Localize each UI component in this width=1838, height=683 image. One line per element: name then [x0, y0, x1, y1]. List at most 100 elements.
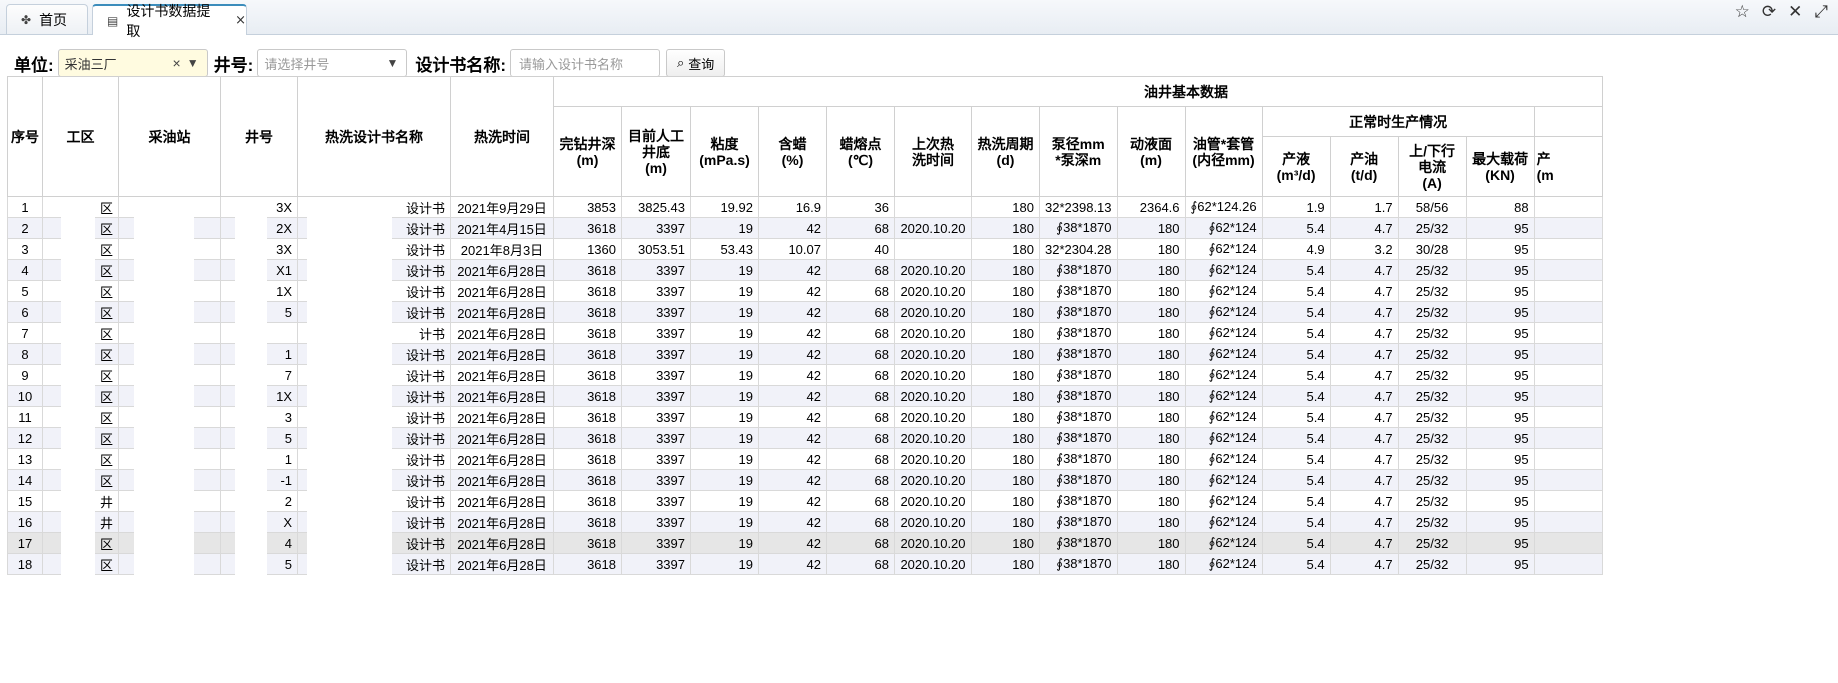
table-cell: 4.7 [1329, 259, 1399, 281]
refresh-icon[interactable]: ⟳ [1762, 2, 1776, 22]
table-cell: 95 [1465, 280, 1535, 302]
table-cell: 68 [826, 301, 895, 323]
close-tab-icon[interactable]: × [235, 13, 246, 28]
table-cell [1533, 511, 1603, 533]
tab-home[interactable]: ✤ 首页 [6, 4, 88, 34]
table-cell: 3618 [553, 448, 622, 470]
clear-icon[interactable]: × [172, 55, 180, 71]
table-cell: 180 [971, 511, 1040, 533]
table-cell: ∮62*124.26 [1184, 196, 1263, 218]
table-cell: 68 [826, 532, 895, 554]
data-grid[interactable]: 序号 工区 采油站 井号 热洗设计书名称 热洗时间 油井基本数据 完钻井深 (m… [7, 76, 1838, 683]
table-cell: 4.7 [1329, 553, 1399, 575]
table-cell: 180 [1116, 469, 1186, 491]
header-liquid: 产液 (m³/d) [1261, 136, 1331, 197]
table-cell: 180 [1116, 301, 1186, 323]
table-cell: 180 [971, 259, 1040, 281]
table-icon: ▤ [107, 13, 119, 28]
table-cell: 180 [971, 238, 1040, 260]
table-cell [1533, 406, 1603, 428]
table-cell: ∮38*1870 [1039, 532, 1118, 554]
header-current: 上/下行 电流 (A) [1397, 136, 1467, 197]
table-cell: 5.4 [1261, 385, 1331, 407]
table-cell: 10 [7, 385, 43, 407]
table-cell: 2020.10.20 [894, 448, 972, 470]
table-cell: 19 [690, 343, 759, 365]
table-cell: 95 [1465, 301, 1535, 323]
table-cell: 180 [971, 427, 1040, 449]
table-cell [1533, 469, 1603, 491]
table-cell: ∮62*124 [1184, 217, 1263, 239]
table-cell: ∮62*124 [1184, 427, 1263, 449]
design-name-input[interactable]: 请输入设计书名称 [510, 49, 661, 77]
header-bottom: 目前人工 井底 (m) [621, 106, 691, 197]
table-cell: 4.9 [1261, 238, 1331, 260]
table-cell: 32*2304.28 [1039, 238, 1118, 260]
chevron-down-icon[interactable]: ▼ [187, 56, 199, 70]
search-icon: ⌕ [677, 55, 685, 70]
table-cell: 4 [7, 259, 43, 281]
header-wax: 含蜡 (%) [758, 106, 827, 197]
table-cell: 2020.10.20 [894, 301, 972, 323]
header-area: 工区 [42, 76, 119, 197]
header-last-wash: 上次热 洗时间 [894, 106, 972, 197]
table-cell: 2020.10.20 [894, 511, 972, 533]
well-select[interactable]: 请选择井号 ▼ [257, 49, 408, 77]
table-cell: 5.4 [1261, 217, 1331, 239]
close-icon[interactable]: ✕ [1788, 2, 1802, 22]
table-cell: 180 [1116, 238, 1186, 260]
table-cell: 5.4 [1261, 301, 1331, 323]
table-cell: 2020.10.20 [894, 322, 972, 344]
table-cell: 3397 [621, 469, 691, 491]
table-cell: 25/32 [1397, 364, 1467, 386]
table-cell: 2020.10.20 [894, 259, 972, 281]
table-cell: 19 [690, 406, 759, 428]
table-cell: 25/32 [1397, 532, 1467, 554]
table-cell: 25/32 [1397, 511, 1467, 533]
table-cell: 3397 [621, 385, 691, 407]
well-label: 井号: [213, 55, 254, 75]
table-cell: ∮62*124 [1184, 490, 1263, 512]
table-cell: 68 [826, 364, 895, 386]
table-cell: 3618 [553, 490, 622, 512]
query-button[interactable]: ⌕ 查询 [666, 49, 726, 77]
header-design: 热洗设计书名称 [297, 76, 451, 197]
table-cell: 3053.51 [621, 238, 691, 260]
table-cell: 180 [971, 406, 1040, 428]
table-cell: ∮38*1870 [1039, 511, 1118, 533]
table-cell: 3397 [621, 322, 691, 344]
table-cell: 3618 [553, 511, 622, 533]
table-cell [1533, 364, 1603, 386]
table-cell: ∮38*1870 [1039, 364, 1118, 386]
table-cell: 12 [7, 427, 43, 449]
table-cell: 42 [758, 490, 827, 512]
table-cell: ∮38*1870 [1039, 259, 1118, 281]
table-cell: 180 [971, 364, 1040, 386]
table-cell: 68 [826, 406, 895, 428]
table-cell: 42 [758, 511, 827, 533]
unit-select[interactable]: 采油三厂 × ▼ [57, 49, 208, 77]
table-cell: ∮38*1870 [1039, 301, 1118, 323]
fullscreen-icon[interactable]: ⤢ [1814, 2, 1828, 22]
table-cell: 3825.43 [621, 196, 691, 218]
table-cell: 180 [1116, 280, 1186, 302]
table-cell: 68 [826, 280, 895, 302]
table-cell: 3397 [621, 301, 691, 323]
unit-select-value: 采油三厂 [64, 56, 117, 72]
tab-design-extract[interactable]: ▤ 设计书数据提取 × [92, 4, 247, 40]
table-cell: 4.7 [1329, 427, 1399, 449]
favorite-icon[interactable]: ☆ [1735, 2, 1750, 22]
table-cell: 180 [1116, 322, 1186, 344]
table-cell: 25/32 [1397, 343, 1467, 365]
table-cell: ∮38*1870 [1039, 490, 1118, 512]
table-cell: ∮38*1870 [1039, 280, 1118, 302]
table-cell: 95 [1465, 427, 1535, 449]
table-cell: 180 [971, 280, 1040, 302]
table-cell: 180 [971, 322, 1040, 344]
chevron-down-icon[interactable]: ▼ [386, 56, 398, 70]
table-cell: 42 [758, 427, 827, 449]
redaction-design [307, 198, 392, 683]
table-cell: 3397 [621, 406, 691, 428]
table-cell: 1 [7, 196, 43, 218]
home-icon: ✤ [21, 12, 32, 27]
